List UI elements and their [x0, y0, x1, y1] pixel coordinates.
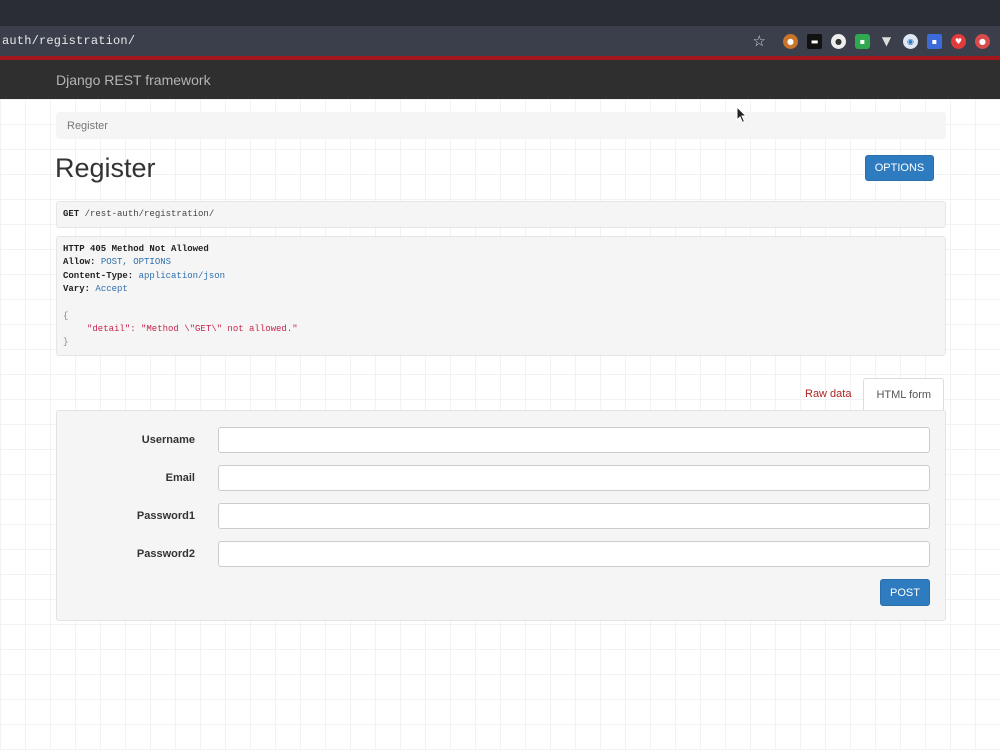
json-body-line: "detail": "Method \"GET\" not allowed." [63, 323, 939, 336]
password1-input[interactable] [218, 503, 930, 529]
password1-label: Password1 [136, 510, 195, 522]
mouse-cursor-icon [736, 106, 748, 124]
monitor-icon[interactable]: ▪ [927, 33, 942, 49]
form-row-username: Username [57, 427, 947, 455]
page-title: Register [55, 153, 156, 183]
url-text[interactable]: auth/registration/ [0, 34, 135, 48]
json-close-brace: } [63, 337, 69, 348]
json-open-brace: { [63, 310, 69, 321]
response-header-value: Accept [95, 284, 128, 295]
pocket-icon[interactable]: ♥ [951, 33, 966, 49]
grammar-icon[interactable]: ▪ [855, 33, 870, 49]
request-path: /rest-auth/registration/ [84, 209, 215, 219]
navbar: Django REST framework [0, 60, 1000, 99]
request-info: GET /rest-auth/registration/ [56, 201, 946, 228]
bookmark-star-icon[interactable]: ☆ [753, 32, 766, 50]
form-tabs: Raw data HTML form [793, 378, 945, 411]
post-button[interactable]: POST [880, 579, 930, 606]
response-header: Allow: POST, OPTIONS [63, 256, 939, 269]
registration-form: Username Email Password1 Password2 POST [56, 410, 946, 621]
address-bar[interactable]: auth/registration/ ☆ ● ▬ ● ▪ ▼ ◉ ▪ ♥ ● [0, 26, 1000, 56]
response-header-key: Vary: [63, 284, 91, 295]
terminal-icon[interactable]: ▬ [807, 33, 822, 49]
response-header-value: application/json [138, 270, 226, 281]
password2-input[interactable] [218, 541, 930, 567]
ghost-icon[interactable]: ● [831, 33, 846, 49]
tab-html-form[interactable]: HTML form [863, 378, 945, 411]
response-header-key: Allow: [63, 257, 96, 268]
form-row-password1: Password1 [57, 503, 947, 531]
username-label: Username [141, 434, 195, 446]
email-input[interactable] [218, 465, 930, 491]
response-info: HTTP 405 Method Not Allowed Allow: POST,… [56, 236, 946, 356]
puzzle-icon[interactable]: ● [783, 33, 798, 49]
tab-raw-data[interactable]: Raw data [793, 378, 863, 411]
response-header: Content-Type: application/json [63, 270, 939, 283]
circle-icon[interactable]: ◉ [903, 33, 918, 49]
extension-toolbar: ☆ ● ▬ ● ▪ ▼ ◉ ▪ ♥ ● [753, 26, 990, 56]
response-header-value: POST, OPTIONS [100, 257, 172, 268]
response-header-key: Content-Type: [63, 270, 134, 281]
form-row-email: Email [57, 465, 947, 493]
vue-icon[interactable]: ▼ [879, 34, 894, 49]
breadcrumb: Register [56, 112, 946, 139]
profile-icon[interactable]: ● [975, 33, 990, 49]
email-label: Email [165, 472, 195, 484]
json-detail: "detail": "Method \"GET\" not allowed." [87, 324, 298, 335]
browser-tab-strip [0, 0, 1000, 26]
breadcrumb-item-register[interactable]: Register [67, 120, 108, 132]
response-status: HTTP 405 Method Not Allowed [63, 244, 209, 254]
password2-label: Password2 [136, 548, 195, 560]
username-input[interactable] [218, 427, 930, 453]
navbar-brand[interactable]: Django REST framework [56, 72, 211, 88]
request-method: GET [63, 209, 80, 219]
response-header: Vary: Accept [63, 283, 939, 296]
options-button[interactable]: OPTIONS [865, 155, 934, 181]
form-row-password2: Password2 [57, 541, 947, 569]
